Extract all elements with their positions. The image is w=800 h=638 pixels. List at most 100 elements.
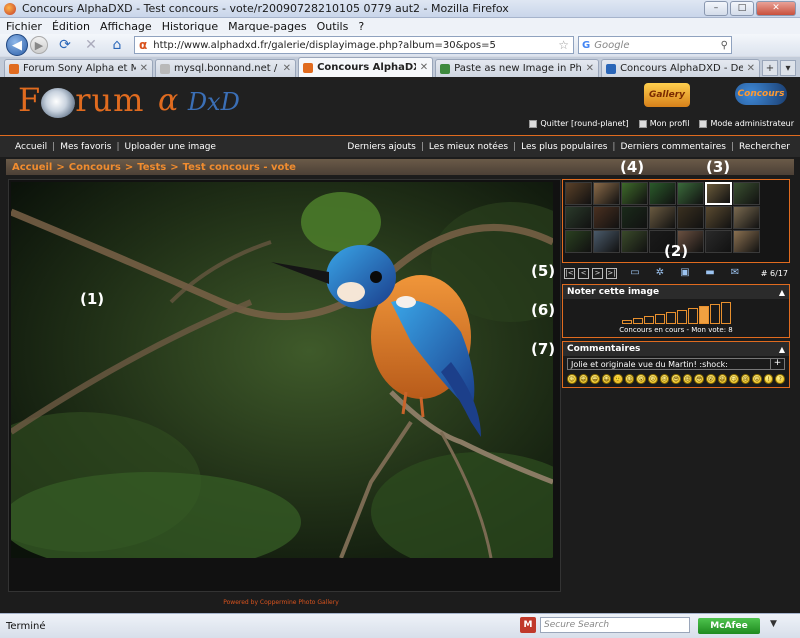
comment-icon[interactable]: ▬ [703, 267, 717, 279]
smiley-icon[interactable]: 😏 [729, 374, 739, 384]
tab-close-icon[interactable]: ✕ [283, 63, 291, 74]
rating-level-2[interactable] [632, 318, 643, 324]
search-icon[interactable]: ⚲ [721, 40, 728, 51]
menu-historique[interactable]: Historique [162, 20, 218, 33]
next-icon[interactable]: > [592, 267, 603, 279]
smiley-icon[interactable]: 🙂 [613, 374, 623, 384]
breadcrumb-accueil[interactable]: Accueil [12, 162, 52, 173]
breadcrumb-concours[interactable]: Concours [69, 162, 121, 173]
menu-fichier[interactable]: Fichier [6, 20, 42, 33]
menu-edition[interactable]: Édition [52, 20, 90, 33]
filmstrip-thumbnail[interactable] [705, 182, 732, 205]
smiley-icon[interactable]: 😎 [671, 374, 681, 384]
tab-1[interactable]: mysql.bonnand.net / localhos... ✕ [155, 59, 297, 77]
favorites-icon[interactable]: ▣ [678, 267, 692, 279]
filmstrip-thumbnail[interactable] [649, 206, 676, 229]
logout-link[interactable]: Quitter [round-planet] [529, 119, 629, 128]
reload-icon[interactable]: ⟳ [56, 36, 74, 54]
smiley-icon[interactable]: 😮 [636, 374, 647, 384]
nav-mieux-notees[interactable]: Les mieux notées [429, 142, 508, 152]
rating-level-3[interactable] [643, 316, 654, 324]
profile-link[interactable]: Mon profil [638, 119, 689, 128]
smiley-icon[interactable]: ! [763, 374, 774, 384]
filmstrip-thumbnail[interactable] [621, 230, 648, 253]
filmstrip-thumbnail[interactable] [621, 182, 648, 205]
home-icon[interactable]: ⌂ [108, 36, 126, 54]
slideshow-icon[interactable]: ▭ [628, 267, 642, 279]
info-icon[interactable]: ✲ [653, 267, 667, 279]
alphadxd-logo[interactable]: α DxD [158, 83, 240, 118]
nav-plus-populaires[interactable]: Les plus populaires [521, 142, 607, 152]
tab-0[interactable]: Forum Sony Alpha et Minolta ... ✕ [4, 59, 153, 77]
menu-affichage[interactable]: Affichage [100, 20, 152, 33]
tab-2[interactable]: Concours AlphaDXD - Test c... ✕ [298, 57, 434, 77]
tab-close-icon[interactable]: ✕ [420, 62, 428, 73]
mcafee-shield-icon[interactable]: M [520, 617, 536, 633]
smiley-icon[interactable]: ? [775, 374, 785, 384]
rating-level-7[interactable] [687, 308, 698, 324]
forward-button[interactable]: ▶ [30, 36, 48, 54]
menu-help[interactable]: ? [358, 20, 364, 33]
rating-level-6[interactable] [676, 310, 687, 324]
filmstrip-thumbnail[interactable] [593, 206, 620, 229]
nav-accueil[interactable]: Accueil [15, 142, 47, 152]
menu-outils[interactable]: Outils [317, 20, 349, 33]
email-icon[interactable]: ✉ [728, 267, 742, 279]
breadcrumb-current[interactable]: Test concours - vote [183, 162, 296, 173]
tab-4[interactable]: Concours AlphaDXD - Dernier... ✕ [601, 59, 760, 77]
filmstrip-thumbnail[interactable] [593, 182, 620, 205]
collapse-icon[interactable]: ▲ [779, 345, 785, 354]
filmstrip-thumbnail[interactable] [593, 230, 620, 253]
filmstrip-thumbnail[interactable] [733, 206, 760, 229]
bookmark-star-icon[interactable]: ☆ [558, 38, 569, 52]
filmstrip-thumbnail[interactable] [677, 206, 704, 229]
filmstrip-thumbnail[interactable] [733, 182, 760, 205]
add-comment-button[interactable]: + [770, 359, 784, 369]
filmstrip-thumbnail[interactable] [565, 206, 592, 229]
smiley-icon[interactable]: 😛 [752, 374, 762, 384]
smiley-icon[interactable]: 😊 [567, 374, 577, 384]
prev-icon[interactable]: < [578, 267, 589, 279]
smiley-icon[interactable]: 😉 [624, 374, 635, 384]
smiley-icon[interactable]: 😁 [590, 374, 600, 384]
back-button[interactable]: ◀ [6, 34, 28, 56]
smiley-icon[interactable]: 😳 [694, 374, 704, 384]
smiley-icon[interactable]: 😆 [717, 374, 728, 384]
smiley-icon[interactable]: 😕 [648, 374, 658, 384]
minimize-button[interactable]: – [704, 1, 728, 16]
rating-header[interactable]: Noter cette image ▲ [563, 285, 789, 299]
rating-level-8[interactable] [698, 306, 709, 324]
maximize-button[interactable]: □ [730, 1, 754, 16]
last-icon[interactable]: >| [606, 267, 617, 279]
filmstrip-thumbnail[interactable] [733, 230, 760, 253]
close-button[interactable]: ✕ [756, 1, 796, 16]
nav-derniers-ajouts[interactable]: Derniers ajouts [347, 142, 415, 152]
filmstrip-thumbnail[interactable] [649, 182, 676, 205]
smiley-icon[interactable]: 😵 [705, 374, 716, 384]
forum-logo[interactable]: Forum [18, 81, 144, 119]
search-input[interactable]: G Google ⚲ [578, 36, 732, 54]
mcafee-badge[interactable]: McAfee [698, 618, 760, 634]
dropdown-arrow-icon[interactable]: ▼ [770, 619, 777, 629]
rating-level-4[interactable] [654, 314, 665, 324]
rating-level-10[interactable] [720, 302, 731, 324]
rating-level-9[interactable] [709, 304, 720, 324]
powered-by-link[interactable]: Powered by Coppermine Photo Gallery [0, 599, 562, 606]
concours-logo[interactable]: Concours [735, 83, 787, 105]
filmstrip-thumbnail[interactable] [565, 230, 592, 253]
smiley-icon[interactable]: 😃 [601, 374, 612, 384]
filmstrip-thumbnail[interactable] [677, 182, 704, 205]
filmstrip-thumbnail[interactable] [565, 182, 592, 205]
comment-input[interactable]: Jolie et originale vue du Martin! :shock… [567, 358, 785, 370]
url-bar[interactable]: α http://www.alphadxd.fr/galerie/display… [134, 36, 574, 54]
main-photo[interactable] [11, 182, 553, 558]
tab-close-icon[interactable]: ✕ [140, 63, 148, 74]
nav-uploader[interactable]: Uploader une image [125, 142, 216, 152]
tab-3[interactable]: Paste as new Image in Photos... ✕ [435, 59, 600, 77]
gallery-logo[interactable]: Gallery [644, 83, 690, 107]
nav-rechercher[interactable]: Rechercher [739, 142, 790, 152]
filmstrip-thumbnail[interactable] [621, 206, 648, 229]
nav-mes-favoris[interactable]: Mes favoris [60, 142, 111, 152]
collapse-icon[interactable]: ▲ [779, 288, 785, 297]
comments-header[interactable]: Commentaires ▲ [563, 342, 789, 356]
